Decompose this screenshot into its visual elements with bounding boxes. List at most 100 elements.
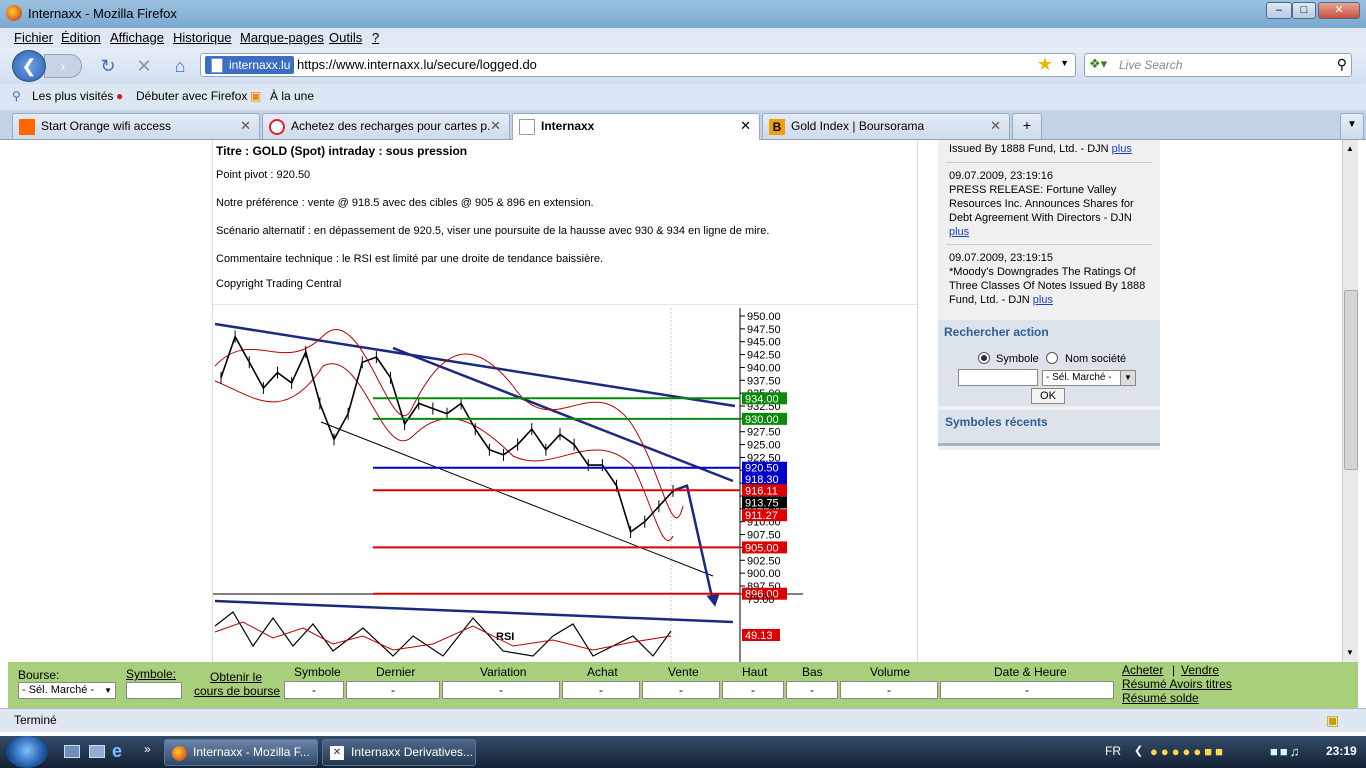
close-tab-icon[interactable]: ✕: [740, 118, 751, 134]
symbole-input[interactable]: [126, 682, 182, 699]
most-visited-icon: ⚲: [12, 89, 21, 103]
maximize-button[interactable]: □: [1292, 2, 1316, 19]
pivot-point: Point pivot : 920.50: [216, 169, 311, 181]
menu-help[interactable]: ?: [372, 30, 379, 45]
news-text: Issued By 1888 Fund, Ltd. - DJN: [949, 143, 1109, 155]
language-indicator[interactable]: FR: [1105, 744, 1121, 758]
close-tab-icon[interactable]: ✕: [240, 118, 251, 134]
y-tick-label: 950.00: [747, 311, 781, 323]
news-panel: Issued By 1888 Fund, Ltd. - DJN plus 09.…: [938, 140, 1160, 450]
news-more-link[interactable]: plus: [1112, 143, 1132, 155]
get-quote-link-line1[interactable]: Obtenir le: [210, 670, 262, 684]
cell-volume: -: [840, 681, 938, 699]
menu-marque-pages[interactable]: Marque-pages: [240, 30, 324, 45]
site-identity-badge[interactable]: internaxx.lu: [205, 56, 295, 74]
stop-icon[interactable]: ✕: [132, 54, 156, 78]
radio-symbole-label: Symbole: [996, 353, 1039, 365]
symbol-search-input[interactable]: [958, 369, 1038, 386]
bourse-select[interactable]: - Sél. Marché - ▼: [18, 682, 116, 699]
sell-link[interactable]: Vendre: [1181, 663, 1219, 677]
menu-edition[interactable]: Édition: [61, 30, 101, 45]
rsi-line: [214, 611, 672, 657]
page-scrollbar[interactable]: ▲ ▼: [1342, 140, 1358, 662]
scroll-thumb[interactable]: [1344, 290, 1358, 470]
holdings-summary-link[interactable]: Résumé Avoirs titres: [1122, 677, 1232, 691]
url-text[interactable]: https://www.internaxx.lu/secure/logged.d…: [297, 57, 537, 72]
cell-dernier: -: [346, 681, 440, 699]
url-bar[interactable]: internaxx.lu https://www.internaxx.lu/se…: [200, 53, 1076, 77]
level-label: 916.11: [745, 485, 778, 497]
col-achat: Achat: [587, 665, 618, 679]
gold-chart-svg: 950.00947.50945.00942.50940.00937.50935.…: [213, 308, 803, 662]
recent-symbols-title: Symboles récents: [945, 415, 1048, 429]
bookmark-most-visited[interactable]: Les plus visités: [32, 89, 113, 103]
menu-outils[interactable]: Outils: [329, 30, 362, 45]
menu-affichage[interactable]: Affichage: [110, 30, 164, 45]
news-item: Issued By 1888 Fund, Ltd. - DJN plus: [949, 142, 1149, 156]
show-desktop-icon[interactable]: [64, 745, 80, 758]
app-icon: ✕: [330, 746, 344, 760]
close-window-button[interactable]: ✕: [1318, 2, 1360, 19]
tab-orange-wifi[interactable]: Start Orange wifi access ✕: [12, 113, 260, 139]
tab-list-button[interactable]: ▼: [1340, 113, 1364, 139]
news-more-link[interactable]: plus: [949, 226, 969, 238]
col-dernier: Dernier: [376, 665, 416, 679]
buy-link[interactable]: Acheter: [1122, 663, 1163, 677]
cell-haut: -: [722, 681, 784, 699]
home-icon[interactable]: ⌂: [168, 54, 192, 78]
search-engine-icon[interactable]: ❖▾: [1089, 56, 1107, 72]
y-tick-label: 945.00: [747, 337, 781, 349]
price-line: [220, 334, 674, 534]
rsi-signal-line: [214, 621, 672, 651]
new-tab-button[interactable]: +: [1012, 113, 1042, 139]
bookmark-headlines[interactable]: À la une: [270, 89, 314, 103]
col-bas: Bas: [802, 665, 823, 679]
taskbar-firefox-label: Internaxx - Mozilla F...: [193, 745, 310, 759]
ok-button[interactable]: OK: [1031, 388, 1065, 404]
news-more-link[interactable]: plus: [1033, 294, 1053, 306]
close-tab-icon[interactable]: ✕: [990, 118, 1001, 134]
window-title: Internaxx - Mozilla Firefox: [28, 6, 177, 21]
tab-bar: Start Orange wifi access ✕ Achetez des r…: [0, 110, 1366, 140]
back-button[interactable]: ❮: [12, 50, 46, 82]
radio-symbole[interactable]: [978, 352, 990, 364]
bookmark-getting-started[interactable]: Débuter avec Firefox: [136, 89, 247, 103]
tab-boursorama[interactable]: B Gold Index | Boursorama ✕: [762, 113, 1010, 139]
tray-expand-icon[interactable]: ❮: [1134, 744, 1143, 757]
gold-chart: 950.00947.50945.00942.50940.00937.50935.…: [213, 306, 919, 662]
switch-windows-icon[interactable]: [89, 745, 105, 758]
quick-launch-more-icon[interactable]: »: [144, 742, 151, 756]
tab-internaxx[interactable]: Internaxx ✕: [512, 113, 760, 140]
internet-explorer-icon[interactable]: e: [112, 741, 122, 762]
tab-recharges[interactable]: Achetez des recharges pour cartes p... ✕: [262, 113, 510, 139]
col-variation: Variation: [480, 665, 527, 679]
scroll-up-icon[interactable]: ▲: [1346, 144, 1354, 153]
reload-icon[interactable]: ↻: [96, 54, 120, 78]
balance-summary-link[interactable]: Résumé solde: [1122, 691, 1199, 705]
minimize-button[interactable]: –: [1266, 2, 1292, 19]
rsi-axis-top: 75.00: [747, 594, 775, 606]
start-button[interactable]: [6, 736, 48, 768]
menu-fichier[interactable]: Fichier: [14, 30, 53, 45]
market-select-value: - Sél. Marché -: [1046, 372, 1112, 383]
scroll-down-icon[interactable]: ▼: [1346, 648, 1354, 657]
forward-button[interactable]: ›: [44, 54, 82, 78]
market-select[interactable]: - Sél. Marché - ▼: [1042, 370, 1136, 386]
get-quote-link-line2[interactable]: cours de bourse: [194, 684, 280, 698]
search-box[interactable]: ❖▾ Live Search ⚲: [1084, 53, 1352, 77]
divider: [946, 244, 1152, 245]
tab-label: Gold Index | Boursorama: [791, 119, 925, 133]
lower-bollinger-band: [214, 363, 674, 541]
radio-nom-societe[interactable]: [1046, 352, 1058, 364]
taskbar-internaxx-derivatives[interactable]: ✕ Internaxx Derivatives...: [322, 739, 476, 766]
taskbar-firefox[interactable]: Internaxx - Mozilla F...: [164, 739, 318, 766]
url-dropdown-icon[interactable]: ▼: [1060, 58, 1069, 68]
recent-symbols-box: Symboles récents: [938, 410, 1160, 446]
bookmark-star-icon[interactable]: ★: [1037, 54, 1053, 75]
menu-historique[interactable]: Historique: [173, 30, 232, 45]
tray-icons[interactable]: ●●●●●■■: [1150, 744, 1254, 760]
tray-network-volume-icons[interactable]: ■■♫: [1270, 744, 1320, 759]
clock[interactable]: 23:19: [1326, 744, 1357, 758]
close-tab-icon[interactable]: ✕: [490, 118, 501, 134]
search-icon[interactable]: ⚲: [1337, 56, 1347, 73]
